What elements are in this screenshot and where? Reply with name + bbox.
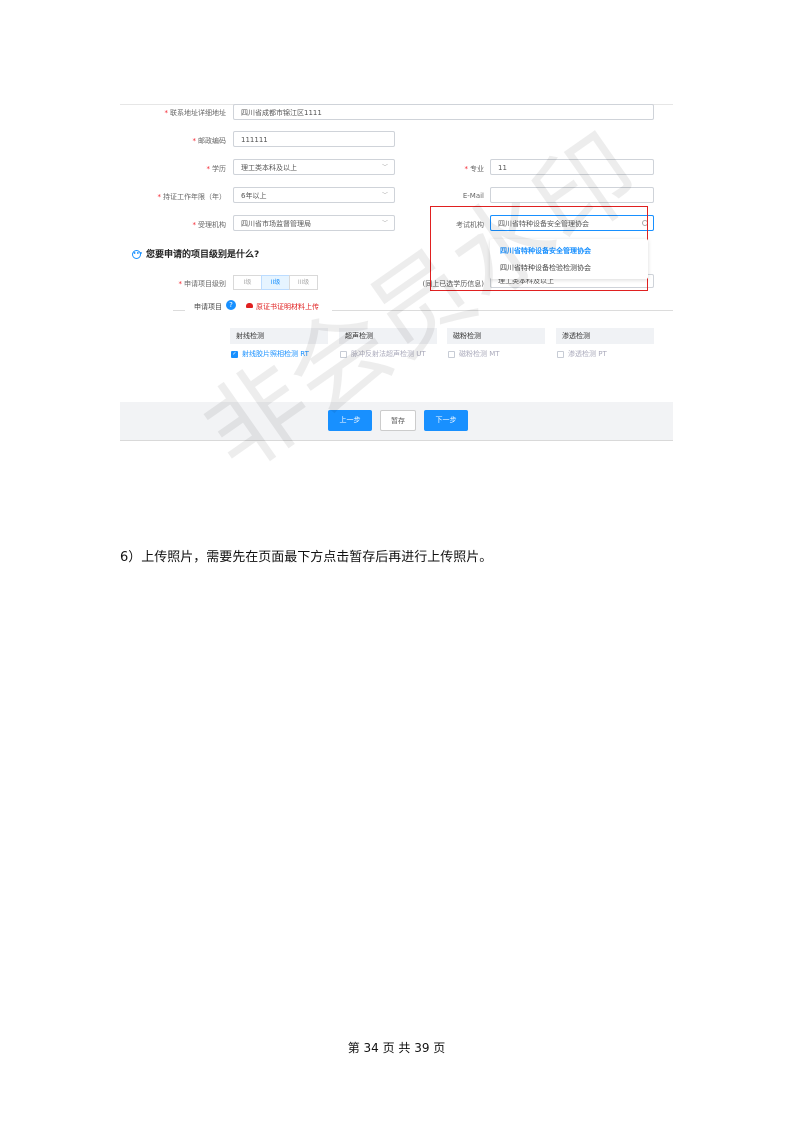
checkbox-ut[interactable]: 脉冲反射法超声检测 UT (340, 349, 426, 359)
next-button[interactable]: 下一步 (424, 410, 468, 431)
upload-certificate-link[interactable]: 原证书证明材料上传 (256, 302, 319, 312)
accept-org-select[interactable]: 四川省市场监督管理局 ﹀ (233, 215, 395, 231)
exam-org-dropdown: 四川省特种设备安全管理协会 四川省特种设备检验检测协会 (490, 239, 648, 279)
education-select[interactable]: 理工类本科及以上 ﹀ (233, 159, 395, 175)
section-divider-right (332, 310, 673, 311)
address-label: * 联系地址详细地址 (164, 109, 227, 117)
work-years-label: * 持证工作年限（年） (157, 193, 227, 201)
page-number: 第 34 页 共 39 页 (347, 1041, 446, 1055)
cloud-upload-icon (246, 303, 253, 308)
chevron-down-icon: ﹀ (381, 164, 388, 171)
postcode-label: * 邮政编码 (192, 137, 227, 145)
category-pt-header: 渗透检测 (556, 328, 654, 344)
checkbox-box (557, 350, 564, 358)
checkbox-mt[interactable]: 磁粉检测 MT (448, 349, 500, 359)
accept-org-label: * 受理机构 (192, 221, 227, 229)
postcode-input[interactable]: 111111 (233, 131, 395, 147)
address-input[interactable]: 四川省成都市锦江区1111 (233, 104, 654, 120)
chevron-down-icon: ﹀ (381, 192, 388, 199)
help-icon[interactable]: ? (226, 300, 236, 310)
section-divider-left (173, 310, 185, 311)
save-draft-button[interactable]: 暂存 (380, 410, 416, 431)
education-label: * 学历 (206, 165, 227, 173)
major-label: * 专业 (464, 165, 485, 173)
chat-icon: ••• (132, 250, 143, 259)
checkbox-pt[interactable]: 渗透检测 PT (557, 349, 607, 359)
category-rt-header: 射线检测 (230, 328, 328, 344)
level-option-1[interactable]: I级 (233, 275, 262, 290)
category-mt-header: 磁粉检测 (447, 328, 545, 344)
level-option-2[interactable]: II级 (261, 275, 290, 290)
email-label: E-Mail (462, 192, 484, 200)
check-icon: ✓ (231, 350, 238, 358)
category-ut-header: 超声检测 (339, 328, 437, 344)
level-option-3[interactable]: III级 (289, 275, 318, 290)
major-input[interactable]: 11 (490, 159, 654, 175)
checkbox-box (448, 350, 455, 358)
project-section-label: 申请项目 (194, 303, 222, 311)
level-label: * 申请项目级别 (178, 280, 227, 288)
checkbox-rt[interactable]: ✓ 射线胶片照相检测 RT (231, 349, 309, 359)
instruction-paragraph: 6）上传照片，需要先在页面最下方点击暂存后再进行上传照片。 (120, 550, 493, 565)
chevron-down-icon: ﹀ (381, 220, 388, 227)
prev-button[interactable]: 上一步 (328, 410, 372, 431)
dropdown-option-1[interactable]: 四川省特种设备安全管理协会 (500, 246, 591, 256)
work-years-select[interactable]: 6年以上 ﹀ (233, 187, 395, 203)
level-question: ••• 您要申请的项目级别是什么? (132, 250, 260, 260)
dropdown-option-2[interactable]: 四川省特种设备检验检测协会 (500, 263, 591, 273)
form-screenshot: * 联系地址详细地址 四川省成都市锦江区1111 * 邮政编码 111111 * 学历… (120, 104, 673, 441)
email-input[interactable] (490, 187, 654, 203)
checkbox-box (340, 350, 347, 358)
